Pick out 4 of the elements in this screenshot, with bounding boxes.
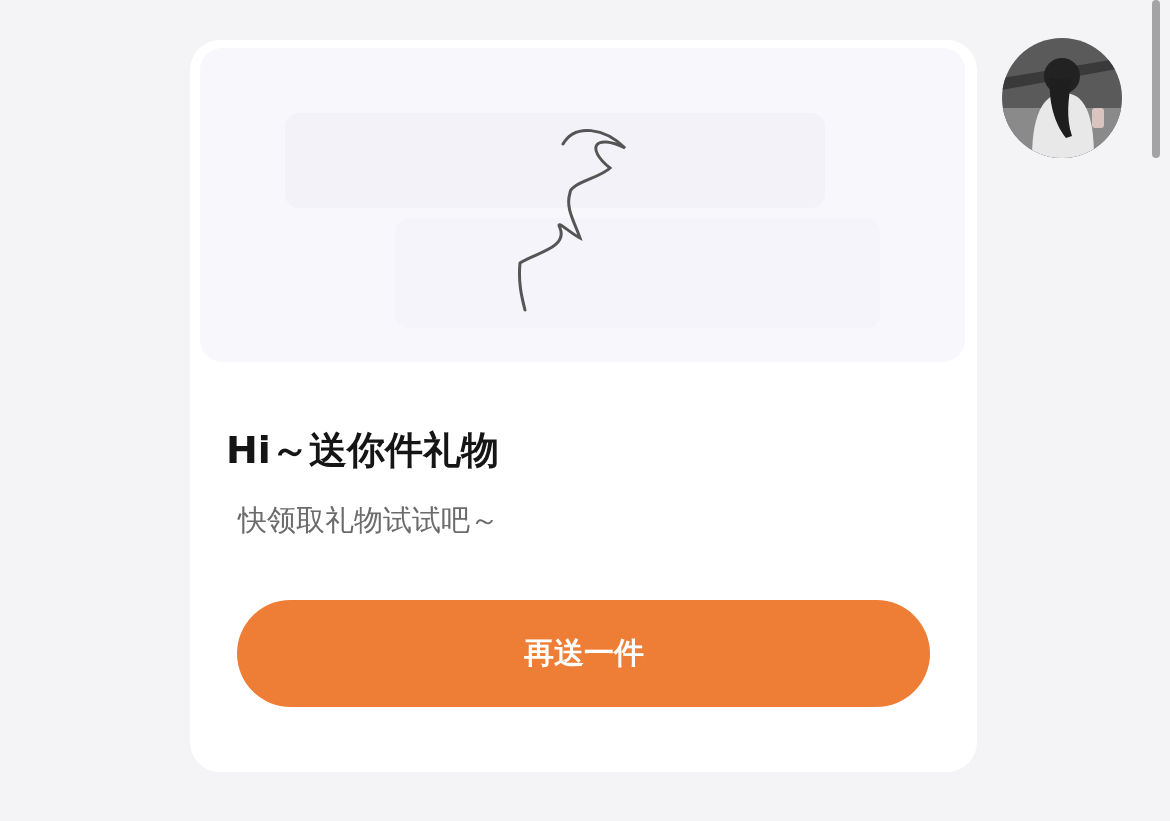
- send-again-button[interactable]: 再送一件: [237, 600, 930, 707]
- scrollbar[interactable]: [1152, 0, 1160, 158]
- card-title: Hi～送你件礼物: [226, 427, 500, 474]
- card-subtitle: 快领取礼物试试吧～: [238, 502, 500, 539]
